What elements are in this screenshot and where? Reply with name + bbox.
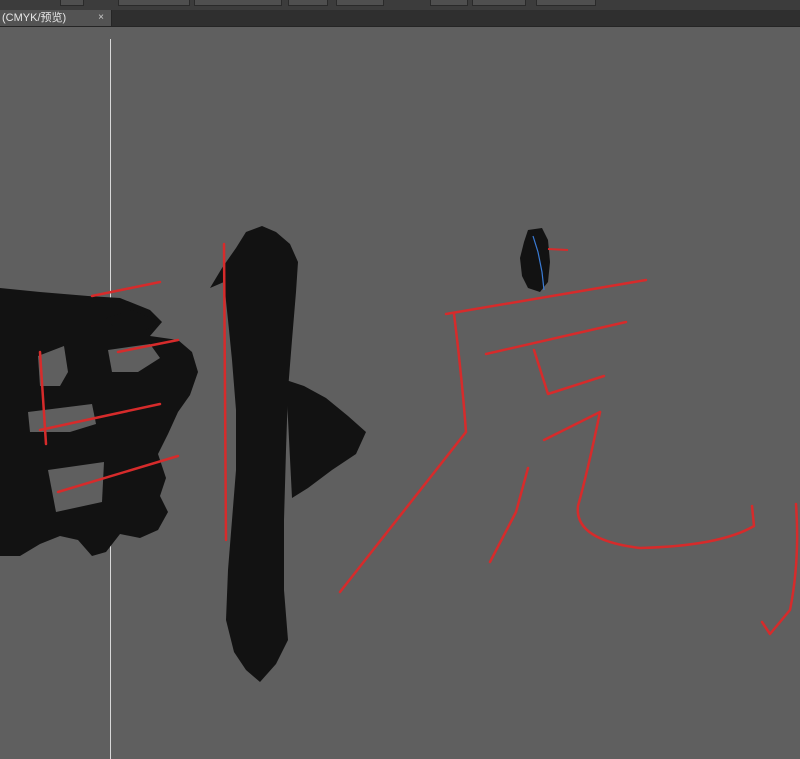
outline-path [338, 312, 468, 594]
toolbar-control[interactable] [336, 0, 384, 6]
toolbar-control[interactable] [194, 0, 282, 6]
outline-path [760, 502, 799, 636]
outline-path [532, 348, 606, 396]
close-icon[interactable]: × [94, 11, 108, 25]
toolbar-control[interactable] [118, 0, 190, 6]
artboard-canvas[interactable] [0, 27, 800, 759]
outline-path [488, 466, 530, 564]
outline-path [576, 410, 756, 550]
document-tab-label: (CMYK/预览) [2, 12, 67, 24]
outline-path [444, 278, 648, 316]
toolbar-control[interactable] [288, 0, 328, 6]
outline-path [484, 320, 628, 356]
outline-path [90, 280, 162, 298]
selected-ink-object[interactable] [520, 228, 569, 292]
toolbar-control[interactable] [60, 0, 84, 6]
toolbar-strip [0, 0, 800, 10]
brush-stroke [286, 380, 366, 498]
toolbar-control[interactable] [536, 0, 596, 6]
outline-path [542, 410, 602, 442]
toolbar-control[interactable] [430, 0, 468, 6]
selection-handle[interactable] [547, 248, 569, 251]
document-tab-bar: (CMYK/预览) × [0, 10, 800, 27]
document-tab[interactable]: (CMYK/预览) × [0, 10, 112, 26]
ink-fragment [520, 228, 550, 292]
brush-character-wo[interactable] [0, 226, 366, 682]
artwork[interactable] [0, 27, 800, 720]
toolbar-control[interactable] [472, 0, 526, 6]
